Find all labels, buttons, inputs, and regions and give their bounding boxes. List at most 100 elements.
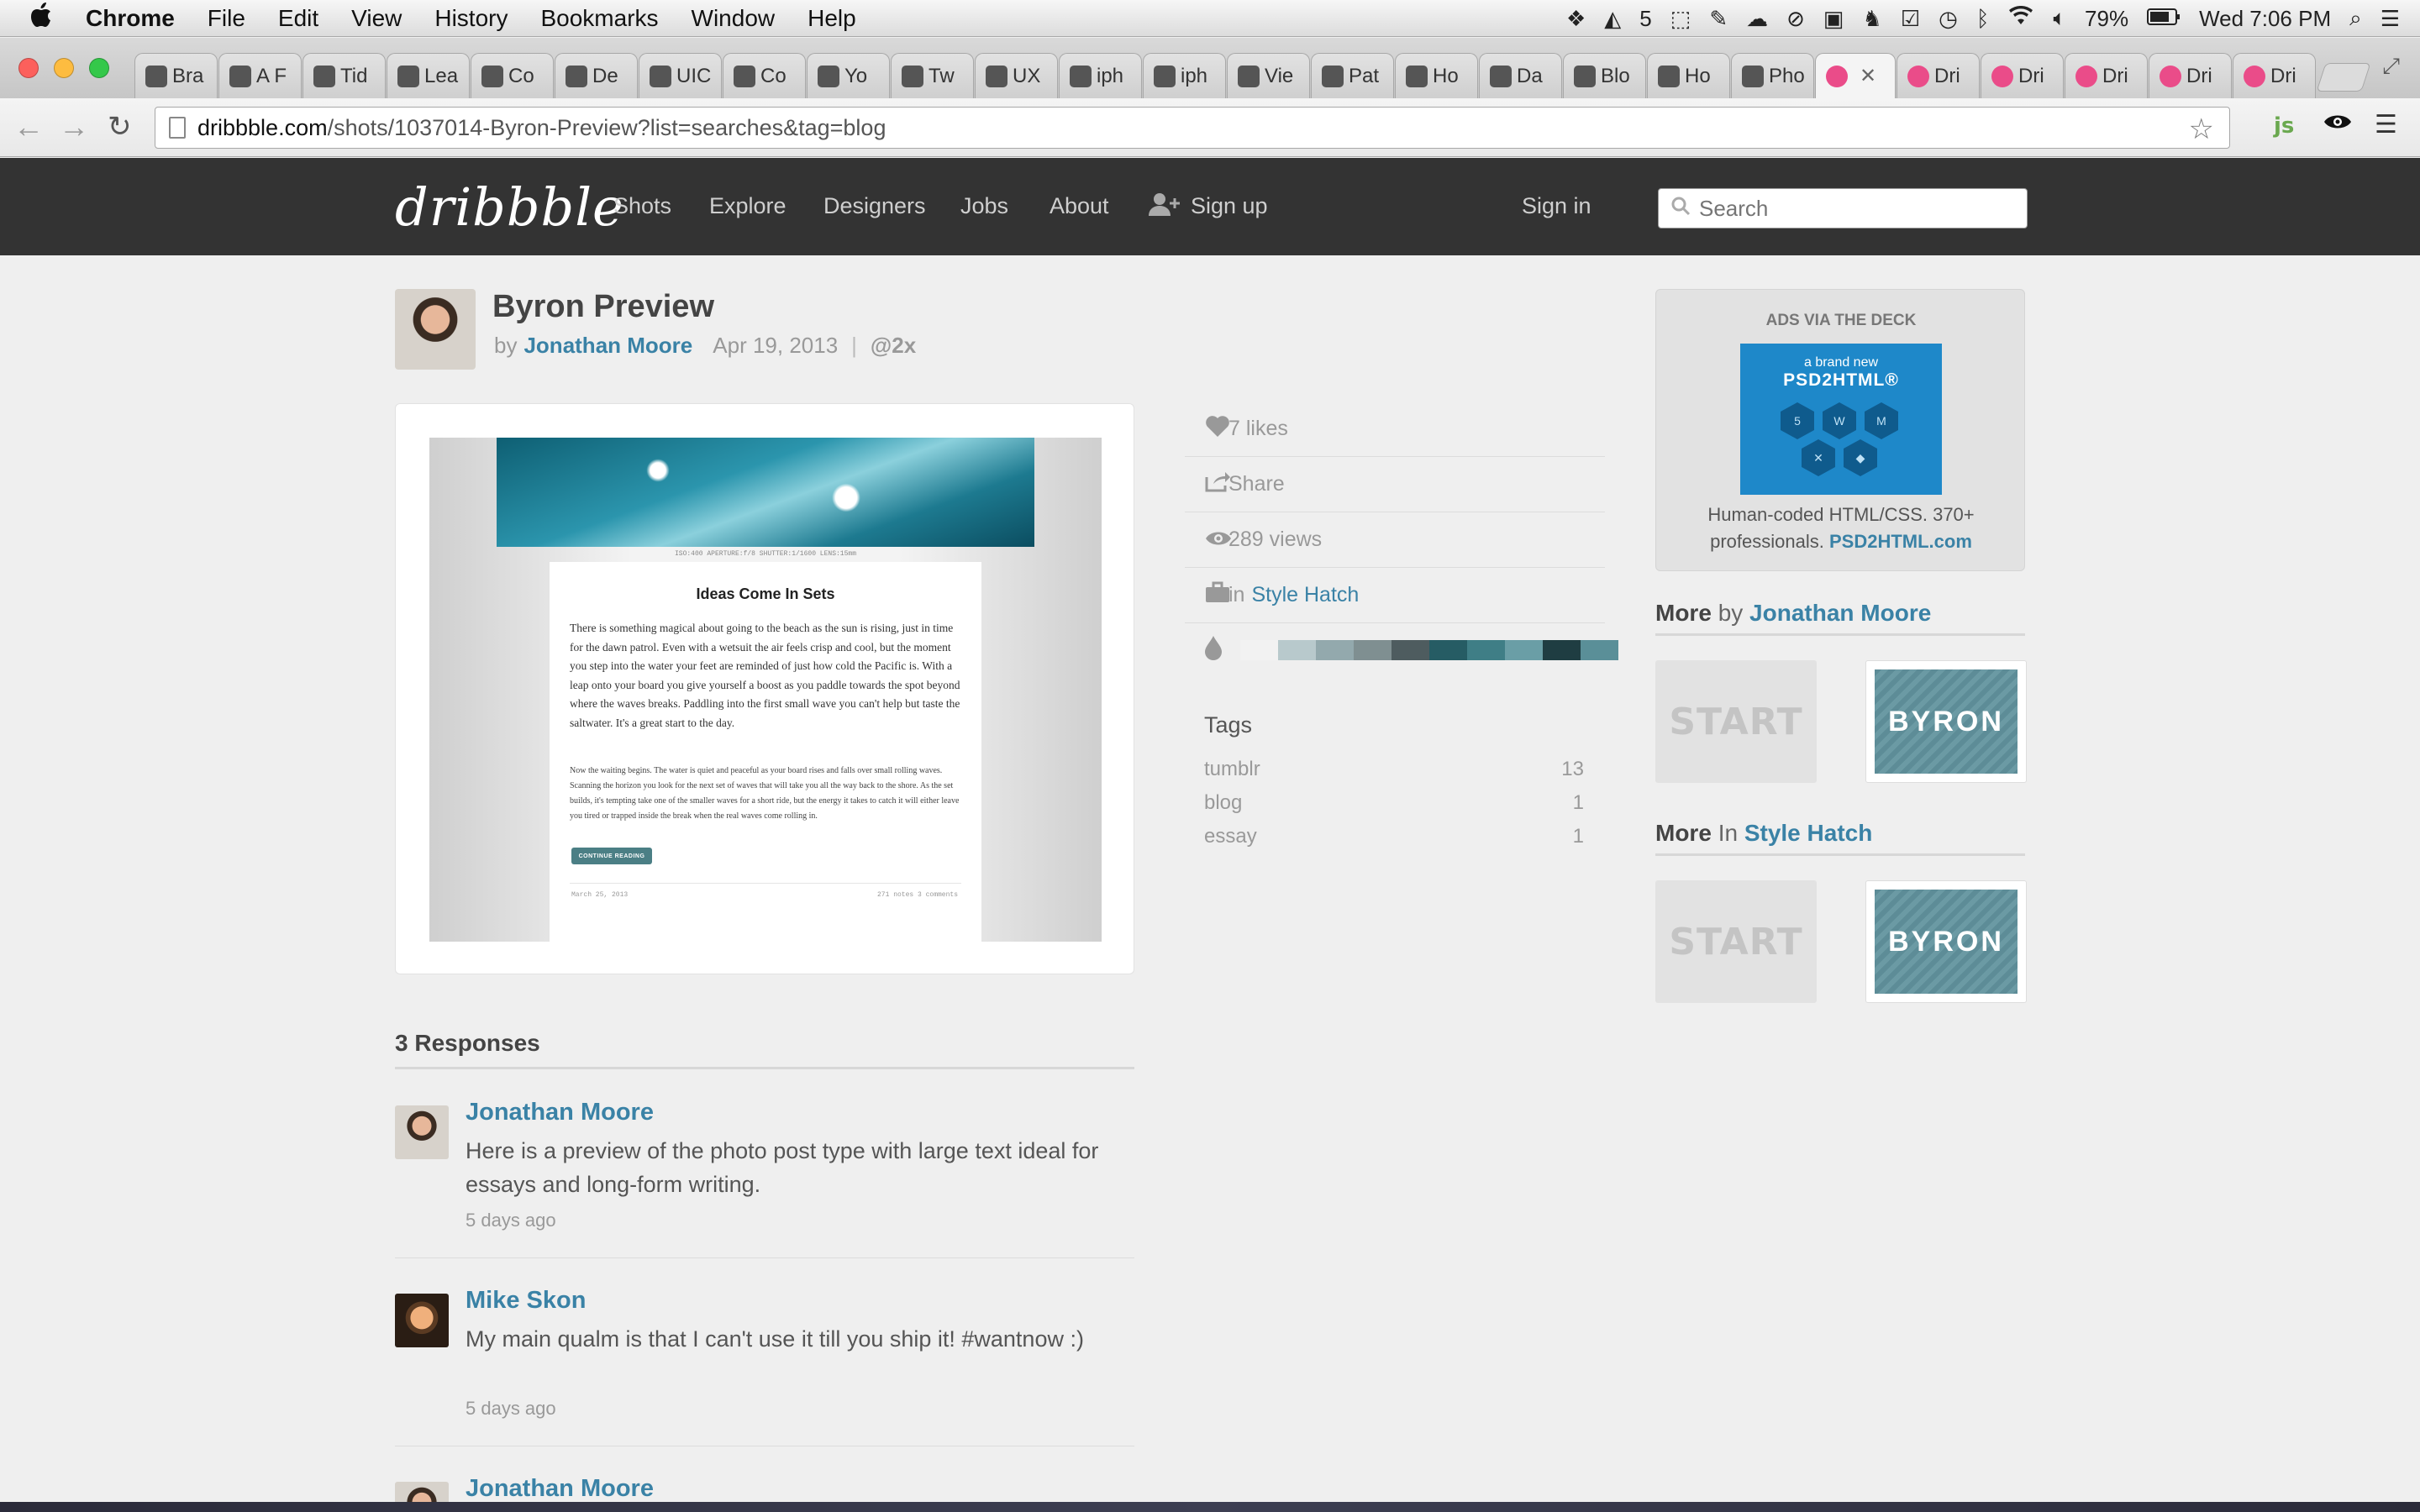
browser-tab[interactable]: Blo [1563,53,1646,98]
nav-designers[interactable]: Designers [823,193,926,219]
color-swatch[interactable] [1392,640,1429,660]
tag-name[interactable]: essay [1204,825,1257,848]
forward-arrow-icon[interactable]: → [59,112,89,142]
cloud-icon[interactable]: ☁ [1746,6,1768,32]
author-avatar[interactable] [395,289,476,370]
dropbox-icon[interactable]: ❖ [1566,6,1586,32]
menu-history[interactable]: History [434,5,508,32]
menu-file[interactable]: File [208,5,245,32]
tag-name[interactable]: blog [1204,791,1242,815]
clock[interactable]: Wed 7:06 PM [2199,6,2331,32]
apple-menu-icon[interactable] [30,2,60,34]
search-box[interactable] [1658,188,2028,228]
shot-thumbnail-byron[interactable]: BYRON [1865,660,2027,783]
menu-chrome[interactable]: Chrome [86,5,175,32]
wifi-icon[interactable] [2007,5,2034,32]
evernote-icon[interactable]: ✎ [1709,6,1728,32]
ad-image[interactable]: a brand new PSD2HTML® 5 W M ✕ ◆ [1740,344,1942,495]
eye-extension-icon[interactable] [2323,110,2353,139]
browser-tab[interactable]: Tid [302,53,386,98]
nav-about[interactable]: About [1050,193,1109,219]
chrome-menu-icon[interactable]: ☰ [2375,110,2397,139]
close-tab-icon[interactable]: ✕ [1860,64,1876,88]
sync-icon[interactable]: ⊘ [1786,6,1805,32]
browser-tab[interactable]: Tw [891,53,974,98]
browser-tab[interactable]: Lea [387,53,470,98]
color-swatch[interactable] [1505,640,1543,660]
screenshot-icon[interactable]: ⬚ [1670,6,1691,32]
response-time[interactable]: 5 days ago [466,1398,556,1420]
response-time[interactable]: 5 days ago [466,1210,556,1231]
menu-edit[interactable]: Edit [278,5,318,32]
adobe-icon[interactable]: ◭ [1604,6,1621,32]
tag-name[interactable]: tumblr [1204,758,1260,781]
fullscreen-icon[interactable]: ⤢ [2382,53,2400,80]
reload-icon[interactable]: ↻ [108,112,132,142]
color-swatch[interactable] [1543,640,1581,660]
hd-link[interactable]: @2x [871,333,916,359]
browser-tab[interactable]: iph [1143,53,1226,98]
tag-item[interactable]: tumblr 13 [1204,758,1584,781]
color-swatch[interactable] [1316,640,1354,660]
browser-tab[interactable]: Da [1479,53,1562,98]
browser-tab[interactable]: Co [723,53,806,98]
nav-explore[interactable]: Explore [709,193,786,219]
window-zoom-button[interactable] [89,58,109,78]
color-swatch[interactable] [1581,640,1618,660]
team-link[interactable]: Style Hatch [1251,583,1359,607]
new-tab-button[interactable] [2316,63,2371,92]
browser-tab[interactable]: Dri [1981,53,2064,98]
likes-row[interactable]: 7 likes [1185,402,1605,457]
bookmark-star-icon[interactable]: ☆ [2189,113,2214,146]
battery-icon[interactable] [2147,6,2181,32]
search-input[interactable] [1699,195,2002,222]
browser-tab[interactable]: A F [218,53,302,98]
browser-tab[interactable]: Dri [2065,53,2148,98]
author-link[interactable]: Jonathan Moore [523,333,692,359]
response-author[interactable]: Jonathan Moore [466,1475,654,1503]
spotlight-icon[interactable]: ⌕ [2349,5,2362,32]
browser-tab[interactable]: iph [1059,53,1142,98]
color-swatch[interactable] [1429,640,1467,660]
browser-tab[interactable]: Pho [1731,53,1814,98]
window-minimize-button[interactable] [54,58,74,78]
nav-jobs[interactable]: Jobs [960,193,1008,219]
avatar[interactable] [395,1105,449,1159]
color-swatch[interactable] [1240,640,1278,660]
dribbble-logo[interactable]: dribbble [395,176,624,238]
more-in-team-link[interactable]: Style Hatch [1744,820,1873,846]
tag-item[interactable]: blog 1 [1204,791,1584,815]
browser-tab[interactable]: Dri [2149,53,2232,98]
browser-tab[interactable]: UIC [639,53,722,98]
browser-tab[interactable]: UX [975,53,1058,98]
bluetooth-icon[interactable]: ᛒ [1976,6,1990,32]
menu-help[interactable]: Help [808,5,856,32]
address-bar[interactable]: dribbble.com /shots/1037014-Byron-Previe… [155,107,2230,149]
response-author[interactable]: Jonathan Moore [466,1099,654,1126]
color-swatch[interactable] [1467,640,1505,660]
browser-tab[interactable]: Bra [134,53,218,98]
color-swatch[interactable] [1278,640,1316,660]
shot-thumbnail-start[interactable]: START [1655,880,1817,1003]
browser-tab[interactable]: Dri [1897,53,1980,98]
browser-tab[interactable]: Ho [1395,53,1478,98]
menu-view[interactable]: View [351,5,402,32]
check-icon[interactable]: ☑ [1901,6,1920,32]
window-close-button[interactable] [18,58,39,78]
browser-tab[interactable]: De [555,53,638,98]
browser-tab[interactable]: Vie [1227,53,1310,98]
time-machine-icon[interactable]: ◷ [1939,6,1958,32]
volume-icon[interactable]: 🔈︎ [2053,5,2066,32]
share-row[interactable]: Share [1185,457,1605,512]
nav-signup[interactable]: Sign up [1191,193,1268,219]
back-arrow-icon[interactable]: ← [13,112,44,142]
more-by-author-link[interactable]: Jonathan Moore [1749,600,1931,626]
briefcase-icon[interactable]: ▣ [1823,6,1844,32]
browser-tab[interactable]: Co [471,53,554,98]
menu-bookmarks[interactable]: Bookmarks [540,5,658,32]
shot-thumbnail-byron[interactable]: BYRON [1865,880,2027,1003]
nav-signin[interactable]: Sign in [1522,193,1591,219]
ad-link[interactable]: PSD2HTML.com [1829,531,1972,552]
tag-item[interactable]: essay 1 [1204,825,1584,848]
browser-tab[interactable]: Pat [1311,53,1394,98]
